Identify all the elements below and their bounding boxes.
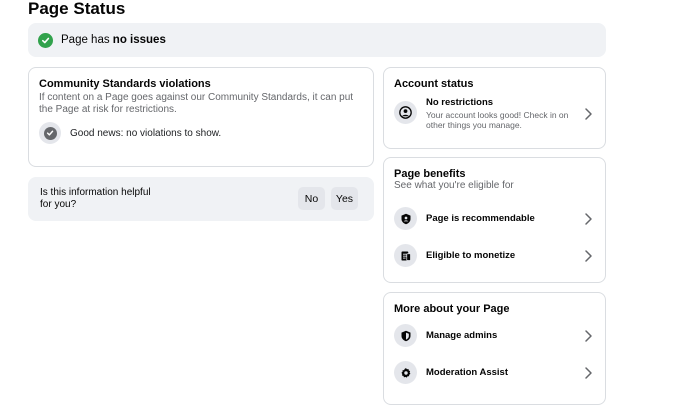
check-badge-icon (39, 122, 61, 144)
status-prefix: Page has (61, 34, 113, 46)
no-violations-row: Good news: no violations to show. (39, 122, 363, 144)
page-title: Page Status (28, 0, 126, 18)
account-status-item-desc: Your account looks good! Check in on oth… (426, 110, 569, 130)
page-status-banner: Page has no issues (28, 23, 606, 57)
more-about-page-card: More about your Page Manage admins Moder… (383, 292, 606, 405)
page-benefits-title: Page benefits (394, 168, 466, 180)
user-circle-icon (394, 101, 417, 124)
more-item-label: Moderation Assist (426, 367, 508, 378)
benefit-label: Eligible to monetize (426, 250, 516, 261)
more-item-label: Manage admins (426, 330, 498, 341)
check-circle-icon (38, 32, 53, 48)
feedback-yes-button[interactable]: Yes (331, 187, 358, 210)
benefit-item-recommendable[interactable]: Page is recommendable (394, 207, 595, 230)
community-standards-description: If content on a Page goes against our Co… (39, 92, 354, 115)
status-text: Page has no issues (61, 34, 166, 46)
gear-icon (394, 361, 417, 384)
page-benefits-subtitle: See what you're eligible for (394, 180, 514, 191)
account-status-item-title: No restrictions (426, 97, 494, 108)
chevron-right-icon (585, 329, 592, 342)
monetize-icon (394, 244, 417, 267)
chevron-right-icon (585, 249, 592, 262)
benefit-item-monetize[interactable]: Eligible to monetize (394, 244, 595, 267)
more-about-title: More about your Page (394, 303, 510, 315)
community-standards-title: Community Standards violations (39, 78, 211, 90)
more-item-manage-admins[interactable]: Manage admins (394, 324, 595, 347)
no-violations-text: Good news: no violations to show. (70, 127, 222, 139)
community-standards-card: Community Standards violations If conten… (28, 67, 374, 167)
page-benefits-card: Page benefits See what you're eligible f… (383, 157, 606, 283)
chevron-right-icon (585, 107, 592, 120)
account-status-card: Account status No restrictions Your acco… (383, 67, 606, 149)
account-status-row[interactable]: No restrictions Your account looks good!… (394, 97, 595, 130)
status-emphasis: no issues (112, 34, 166, 46)
benefit-label: Page is recommendable (426, 213, 535, 224)
shield-icon (394, 324, 417, 347)
feedback-no-button[interactable]: No (298, 187, 325, 210)
account-status-title: Account status (394, 78, 474, 90)
more-item-moderation-assist[interactable]: Moderation Assist (394, 361, 595, 384)
chevron-right-icon (585, 366, 592, 379)
feedback-question: Is this information helpful for you? (40, 187, 151, 210)
shield-person-icon (394, 207, 417, 230)
chevron-right-icon (585, 212, 592, 225)
feedback-bar: Is this information helpful for you? No … (28, 177, 374, 221)
